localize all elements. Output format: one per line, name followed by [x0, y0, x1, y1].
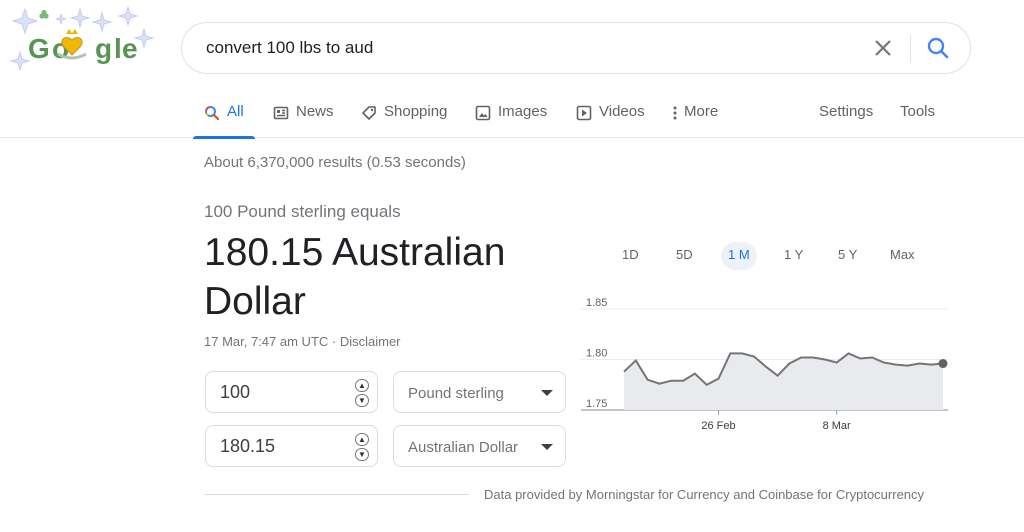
to-amount-input[interactable]: 180.15 ▲ ▼ — [205, 425, 378, 467]
from-currency-select[interactable]: Pound sterling — [393, 371, 566, 413]
to-amount-value: 180.15 — [220, 436, 276, 456]
decrement-icon[interactable]: ▼ — [355, 394, 369, 407]
image-icon — [475, 105, 491, 121]
from-amount-stepper[interactable]: ▲ ▼ — [355, 379, 369, 407]
tab-videos[interactable]: Videos — [576, 92, 645, 138]
clear-icon[interactable] — [870, 35, 896, 61]
chart-x-tick-label: 26 Feb — [701, 420, 735, 432]
search-input[interactable]: convert 100 lbs to aud — [206, 38, 373, 58]
chart-y-tick-label: 1.85 — [586, 297, 607, 309]
dropdown-arrow-icon — [541, 390, 553, 396]
tools-link[interactable]: Tools — [900, 92, 935, 138]
chart-y-tick-label: 1.75 — [586, 398, 607, 410]
rate-timestamp: 17 Mar, 7:47 am UTC · Disclaimer — [204, 334, 401, 349]
tab-label: More — [684, 103, 719, 120]
conversion-result: 180.15 Australian Dollar — [204, 231, 506, 323]
result-stats: About 6,370,000 results (0.53 seconds) — [204, 154, 466, 171]
conversion-equals-label: 100 Pound sterling equals — [204, 202, 401, 221]
search-icon — [204, 105, 220, 121]
chart-y-ticks: 1.85 1.80 1.75 — [586, 297, 607, 410]
svg-text:g: g — [95, 33, 112, 64]
more-vert-icon — [672, 105, 678, 121]
from-currency-value: Pound sterling — [408, 385, 504, 402]
chart-y-tick-label: 1.80 — [586, 348, 607, 360]
tab-label: News — [296, 103, 334, 120]
search-box[interactable]: convert 100 lbs to aud — [181, 22, 971, 74]
range-1m-button[interactable]: 1 M — [721, 242, 757, 270]
settings-link[interactable]: Settings — [819, 92, 873, 138]
tab-shopping[interactable]: Shopping — [361, 92, 447, 138]
range-max-button[interactable]: Max — [883, 242, 922, 270]
search-icon[interactable] — [924, 34, 952, 62]
video-icon — [576, 105, 592, 121]
chart-x-tick-label: 8 Mar — [823, 420, 851, 432]
chart-last-point[interactable] — [938, 359, 948, 369]
divider — [204, 494, 469, 495]
tab-images[interactable]: Images — [475, 92, 547, 138]
timestamp-text: 17 Mar, 7:47 am UTC · — [204, 334, 340, 349]
settings-label: Settings — [819, 103, 874, 120]
google-logo[interactable]: G g l e o — [8, 4, 158, 72]
range-5y-button[interactable]: 5 Y — [831, 242, 864, 270]
range-1y-button[interactable]: 1 Y — [777, 242, 810, 270]
tab-more[interactable]: More — [672, 92, 718, 138]
exchange-rate-chart[interactable]: 1.85 1.80 1.75 26 Feb 8 Mar — [576, 292, 956, 442]
search-divider — [910, 35, 911, 63]
disclaimer-link[interactable]: Disclaimer — [340, 334, 401, 349]
tab-all[interactable]: All — [193, 92, 255, 139]
dropdown-arrow-icon — [541, 444, 553, 450]
tab-label: Videos — [599, 103, 645, 120]
tag-icon — [361, 105, 377, 121]
tab-label: Shopping — [384, 103, 448, 120]
increment-icon[interactable]: ▲ — [355, 379, 369, 392]
range-1d-button[interactable]: 1D — [615, 242, 646, 270]
svg-text:G: G — [28, 33, 50, 64]
svg-text:e: e — [122, 33, 138, 64]
to-currency-select[interactable]: Australian Dollar — [393, 425, 566, 467]
chart-x-ticks: 26 Feb 8 Mar — [701, 410, 851, 432]
from-amount-input[interactable]: 100 ▲ ▼ — [205, 371, 378, 413]
svg-text:l: l — [114, 33, 122, 64]
chart-area-fill — [624, 353, 943, 410]
to-amount-stepper[interactable]: ▲ ▼ — [355, 433, 369, 461]
news-icon — [273, 105, 289, 121]
range-5d-button[interactable]: 5D — [669, 242, 700, 270]
doodle-logo-icon: G g l e o — [9, 5, 155, 72]
search-tabs: All News Shopping Images Videos More Set… — [0, 92, 1024, 139]
increment-icon[interactable]: ▲ — [355, 433, 369, 446]
tab-news[interactable]: News — [273, 92, 334, 138]
decrement-icon[interactable]: ▼ — [355, 448, 369, 461]
to-currency-value: Australian Dollar — [408, 439, 519, 456]
tools-label: Tools — [900, 103, 936, 120]
tab-label: Images — [498, 103, 548, 120]
data-provider-credit: Data provided by Morningstar for Currenc… — [484, 487, 925, 502]
active-tab-indicator — [193, 136, 255, 139]
tab-label: All — [227, 103, 244, 120]
from-amount-value: 100 — [220, 382, 251, 402]
page: G g l e o convert 100 lbs to aud All New… — [0, 0, 1024, 532]
